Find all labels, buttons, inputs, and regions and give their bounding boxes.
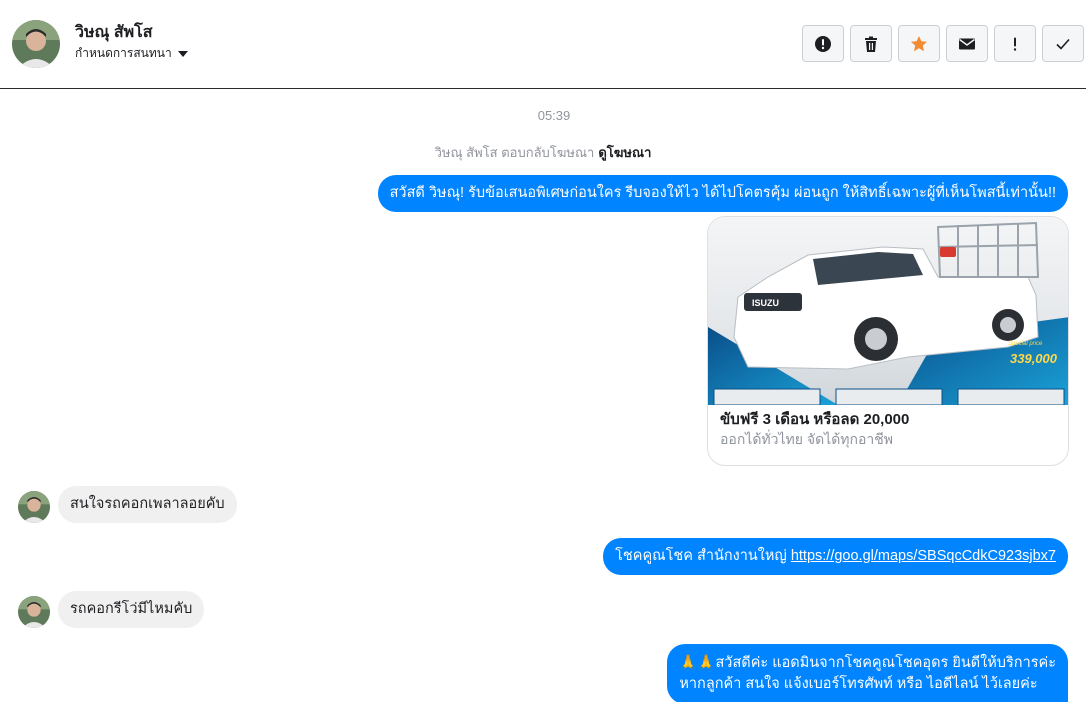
contact-avatar-small	[18, 596, 50, 628]
ad-image: ISUZU Special price 339,000	[708, 217, 1068, 405]
svg-text:Special price: Special price	[1008, 341, 1043, 347]
contact-name: วิษณุ สัพโส	[75, 24, 153, 41]
svg-text:ISUZU: ISUZU	[752, 298, 779, 308]
map-link[interactable]: https://goo.gl/maps/SBSqcCdkC923sjbx7	[791, 548, 1056, 564]
view-ad-link[interactable]: ดูโฆษณา	[598, 145, 651, 160]
contact-avatar[interactable]	[12, 20, 60, 68]
message-timestamp: 05:39	[537, 108, 571, 123]
conversation-settings-dropdown[interactable]: กำหนดการสนทนา	[75, 44, 188, 63]
header-actions	[802, 25, 1084, 62]
check-icon	[1056, 38, 1070, 50]
important-button[interactable]	[994, 25, 1036, 62]
ad-card[interactable]: ISUZU Special price 339,000 ขับฟรี 3 เดื…	[707, 216, 1069, 466]
incoming-message: สนใจรถคอกเพลาลอยคับ	[58, 486, 237, 523]
message-line-1: สวัสดีค่ะ แอดมินจากโชคคูณโชคอุดร ยินดีให…	[715, 655, 1056, 671]
exclamation-icon	[1013, 37, 1017, 51]
svg-text:339,000: 339,000	[1010, 351, 1058, 366]
ad-reply-note: วิษณุ สัพโส ตอบกลับโฆษณา ดูโฆษณา	[0, 142, 1086, 163]
conversation-settings-label: กำหนดการสนทนา	[75, 46, 172, 60]
report-button[interactable]	[802, 25, 844, 62]
message-text: โชคคูณโชค สำนักงานใหญ่	[615, 548, 791, 564]
delete-button[interactable]	[850, 25, 892, 62]
trash-icon	[865, 36, 877, 52]
message-line-2: หากลูกค้า สนใจ แจ้งเบอร์โทรศัพท์ หรือ ไอ…	[679, 676, 1038, 692]
contact-avatar-small	[18, 491, 50, 523]
outgoing-message: โชคคูณโชค สำนักงานใหญ่ https://goo.gl/ma…	[603, 538, 1068, 575]
star-button[interactable]	[898, 25, 940, 62]
pray-emoji: 🙏🙏	[679, 655, 716, 671]
done-button[interactable]	[1042, 25, 1084, 62]
outgoing-message: สวัสดี วิษณุ! รับข้อเสนอพิเศษก่อนใคร รีบ…	[377, 175, 1068, 212]
ad-card-title: ขับฟรี 3 เดือน หรือลด 20,000	[720, 411, 910, 428]
incoming-message: รถคอกรีโว่มีไหมคับ	[58, 591, 205, 628]
caret-down-icon	[177, 51, 188, 57]
conversation-header: วิษณุ สัพโส กำหนดการสนทนา	[0, 0, 1086, 89]
star-icon	[911, 35, 927, 51]
ad-card-subtitle: ออกได้ทั่วไทย จัดได้ทุกอาชีพ	[720, 431, 894, 447]
alert-circle-icon	[815, 35, 831, 52]
envelope-icon	[959, 38, 975, 49]
mark-unread-button[interactable]	[946, 25, 988, 62]
ad-reply-text: วิษณุ สัพโส ตอบกลับโฆษณา	[434, 145, 595, 160]
outgoing-message: 🙏🙏สวัสดีค่ะ แอดมินจากโชคคูณโชคอุดร ยินดี…	[667, 644, 1068, 702]
